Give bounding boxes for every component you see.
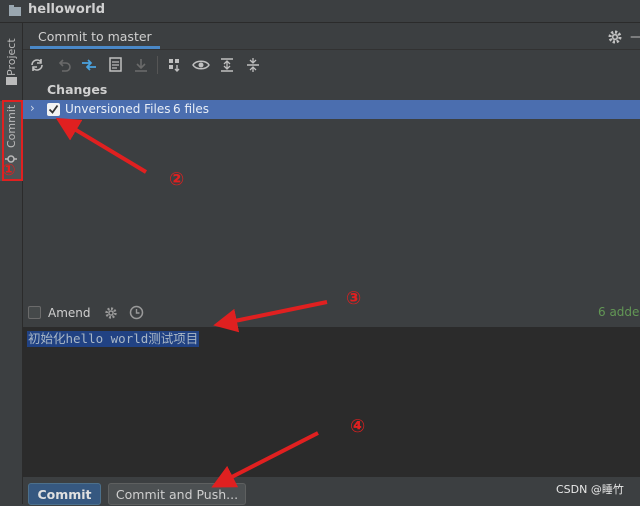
- annotation-number-1: ①: [2, 160, 16, 179]
- tree-row-label: Unversioned Files: [65, 102, 171, 116]
- annotation-number-2: ②: [169, 169, 185, 190]
- watermark: CSDN @睡竹: [556, 483, 624, 496]
- update-icon[interactable]: [132, 56, 150, 74]
- minimize-icon[interactable]: —: [630, 29, 640, 45]
- changes-group-label: Changes: [47, 82, 108, 97]
- annotation-number-3: ③: [346, 288, 362, 309]
- commit-message-text[interactable]: 初始化hello world测试项目: [27, 331, 200, 347]
- expand-all-icon[interactable]: [218, 56, 236, 74]
- diff-icon[interactable]: [80, 56, 98, 74]
- added-status: 6 adde: [598, 305, 640, 319]
- tree-row-count: 6 files: [173, 102, 209, 116]
- refresh-icon[interactable]: [28, 56, 46, 74]
- tab-project-label: Project: [5, 38, 18, 76]
- commit-button[interactable]: Commit: [28, 483, 101, 505]
- unversioned-files-checkbox[interactable]: [47, 103, 60, 116]
- rollback-icon[interactable]: [55, 56, 73, 74]
- gear-icon[interactable]: [104, 306, 118, 320]
- gear-icon[interactable]: [607, 29, 623, 45]
- eye-icon[interactable]: [192, 56, 210, 74]
- tab-project[interactable]: Project: [0, 28, 22, 88]
- clock-icon[interactable]: [129, 305, 144, 320]
- commit-and-push-button[interactable]: Commit and Push...: [108, 483, 246, 505]
- amend-label[interactable]: Amend: [48, 306, 91, 320]
- tab-commit-to-master[interactable]: Commit to master: [30, 23, 160, 49]
- folder-icon: [9, 5, 21, 16]
- project-folder-icon: [6, 77, 17, 85]
- annotation-number-4: ④: [350, 416, 366, 437]
- checkmark-icon: [48, 104, 59, 114]
- amend-checkbox[interactable]: [28, 306, 41, 319]
- tool-window-stripe: [0, 23, 23, 504]
- collapse-all-icon[interactable]: [244, 56, 262, 74]
- commit-message-editor[interactable]: [23, 327, 640, 477]
- group-by-icon[interactable]: [166, 56, 184, 74]
- window-title: helloworld: [28, 2, 106, 17]
- shelve-icon[interactable]: [107, 56, 125, 74]
- chevron-right-icon[interactable]: ›: [30, 101, 35, 115]
- toolbar-separator: [157, 56, 158, 74]
